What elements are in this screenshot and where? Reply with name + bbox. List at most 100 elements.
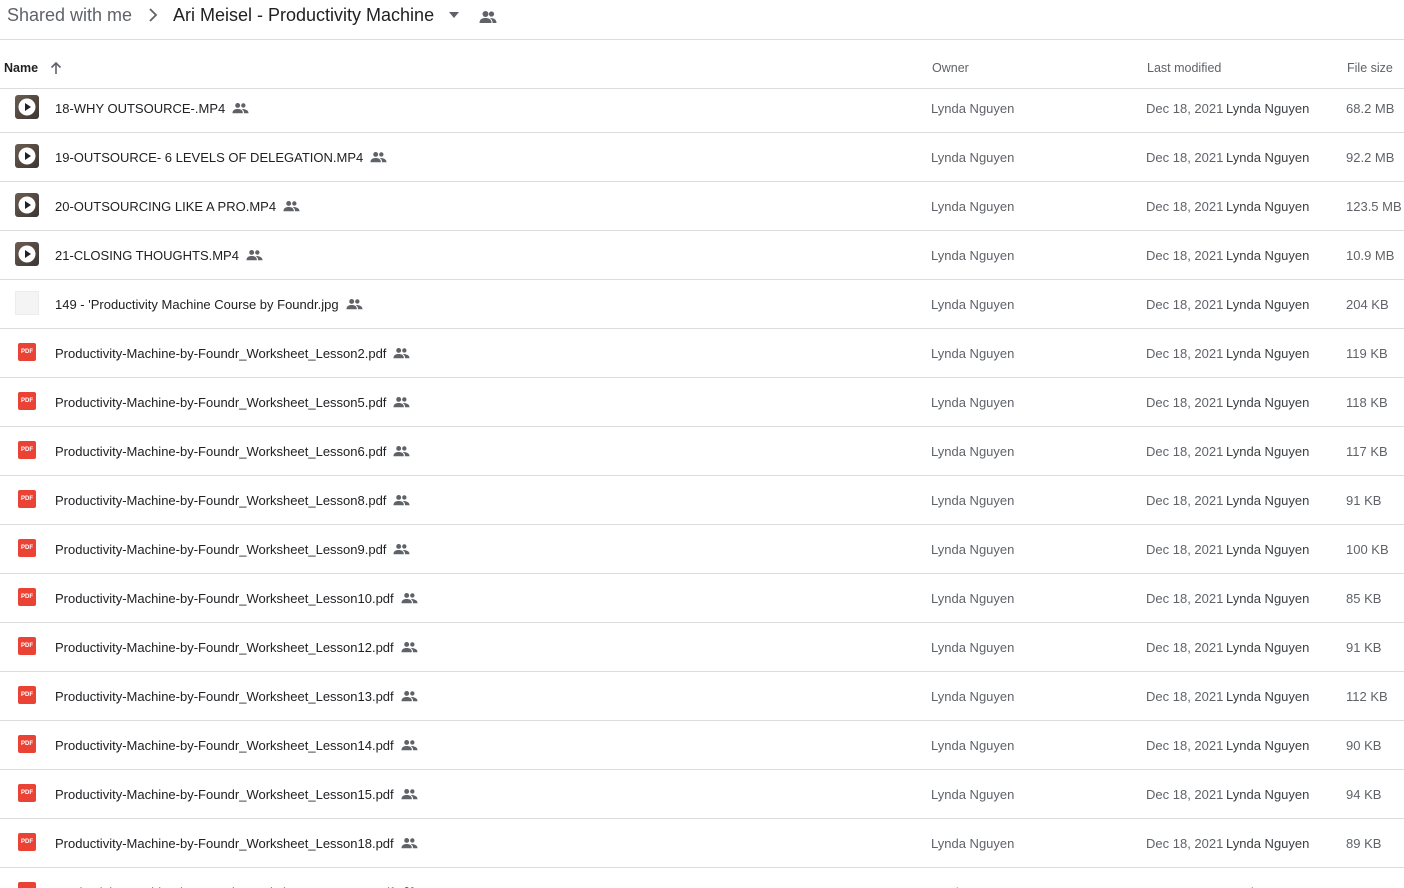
file-name[interactable]: 19-OUTSOURCE- 6 LEVELS OF DELEGATION.MP4 — [55, 150, 387, 165]
table-row[interactable]: PDFProductivity-Machine-by-Foundr_Worksh… — [0, 868, 1404, 888]
people-icon — [393, 543, 410, 555]
file-name-text: 21-CLOSING THOUGHTS.MP4 — [55, 248, 239, 263]
file-size: 90 KB — [1346, 738, 1382, 753]
pdf-badge: PDF — [18, 882, 36, 888]
file-size: 112 KB — [1346, 689, 1388, 704]
chevron-right-icon — [149, 8, 158, 22]
file-name-text: 20-OUTSOURCING LIKE A PRO.MP4 — [55, 199, 277, 214]
file-name-text: Productivity-Machine-by-Foundr_Worksheet… — [55, 640, 394, 655]
file-modified-date: Dec 18, 2021 — [1146, 248, 1224, 263]
table-row[interactable]: 18-WHY OUTSOURCE-.MP4 Lynda Nguyen Dec 18,… — [0, 84, 1404, 133]
people-icon — [401, 592, 418, 604]
file-owner: Lynda Nguyen — [931, 787, 1015, 802]
file-modified-date: Dec 18, 2021 — [1146, 493, 1224, 508]
pdf-icon: PDF — [15, 487, 39, 511]
people-icon — [393, 445, 410, 457]
file-list: 18-WHY OUTSOURCE-.MP4 Lynda Nguyen Dec 18,… — [0, 84, 1404, 888]
pdf-icon: PDF — [15, 830, 39, 854]
file-name[interactable]: 21-CLOSING THOUGHTS.MP4 — [55, 248, 263, 263]
table-row[interactable]: 20-OUTSOURCING LIKE A PRO.MP4 Lynda Nguye… — [0, 182, 1404, 231]
file-name[interactable]: Productivity-Machine-by-Foundr_Worksheet… — [55, 640, 418, 655]
breadcrumb-current-folder[interactable]: Ari Meisel - Productivity Machine — [173, 4, 434, 26]
file-name[interactable]: Productivity-Machine-by-Foundr_Worksheet… — [55, 787, 418, 802]
file-modified-by: Lynda Nguyen — [1226, 444, 1310, 459]
caret-down-icon[interactable] — [448, 10, 460, 20]
table-row[interactable]: PDF Productivity-Machine-by-Foundr_Worksh… — [0, 378, 1404, 427]
table-row[interactable]: PDFProductivity-Machine-by-Foundr_Worksh… — [0, 329, 1404, 378]
table-row[interactable]: 149 - 'Productivity Machine Course by Fo… — [0, 280, 1404, 329]
pdf-badge: PDF — [18, 539, 36, 557]
file-name[interactable]: Productivity-Machine-by-Foundr_Worksheet… — [55, 591, 418, 606]
table-row[interactable]: PDF Productivity-Machine-by-Foundr_Worksh… — [0, 525, 1404, 574]
file-name-text: Productivity-Machine-by-Foundr_Worksheet… — [55, 787, 394, 802]
table-row[interactable]: PDF Productivity-Machine-by-Foundr_Worksh… — [0, 819, 1404, 868]
pdf-badge: PDF — [18, 392, 36, 410]
file-name[interactable]: 149 - 'Productivity Machine Course by Fo… — [55, 297, 363, 312]
file-name[interactable]: Productivity-Machine-by-Foundr_Worksheet… — [55, 444, 410, 459]
table-row[interactable]: PDF Productivity-Machine-by-Foundr_Worksh… — [0, 672, 1404, 721]
pdf-icon: PDF — [15, 536, 39, 560]
pdf-icon: PDF — [15, 683, 39, 707]
breadcrumb-shared-with-me[interactable]: Shared with me — [7, 4, 132, 26]
file-modified-date: Dec 18, 2021 — [1146, 640, 1224, 655]
file-size: 91 KB — [1346, 493, 1382, 508]
file-modified-by: Lynda Nguyen — [1226, 297, 1310, 312]
file-modified-by: Lynda Nguyen — [1226, 395, 1310, 410]
table-row[interactable]: PDF Productivity-Machine-by-Foundr_Worksh… — [0, 476, 1404, 525]
file-size: 119 KB — [1346, 346, 1388, 361]
file-name-text: Productivity-Machine-by-Foundr_Worksheet… — [55, 493, 387, 508]
arrow-up-icon[interactable] — [49, 60, 63, 76]
file-size: 89 KB — [1346, 836, 1382, 851]
file-modified-date: Dec 18, 2021 — [1146, 738, 1224, 753]
people-icon — [370, 151, 387, 163]
file-name-text: 149 - 'Productivity Machine Course by Fo… — [55, 297, 339, 312]
file-owner: Lynda Nguyen — [931, 493, 1015, 508]
file-modified-by: Lynda Nguyen — [1226, 101, 1310, 116]
file-size: 91 KB — [1346, 640, 1382, 655]
file-owner: Lynda Nguyen — [931, 738, 1015, 753]
column-header-row: Name Owner Last modified File size — [0, 40, 1404, 89]
people-icon — [393, 494, 410, 506]
table-row[interactable]: 19-OUTSOURCE- 6 LEVELS OF DELEGATION.MP4… — [0, 133, 1404, 182]
file-modified-by: Lynda Nguyen — [1226, 689, 1310, 704]
video-thumbnail-icon — [15, 193, 39, 217]
file-owner: Lynda Nguyen — [931, 346, 1015, 361]
table-row[interactable]: PDFProductivity-Machine-by-Foundr_Worksh… — [0, 427, 1404, 476]
people-icon[interactable] — [479, 9, 497, 25]
file-name[interactable]: Productivity-Machine-by-Foundr_Worksheet… — [55, 493, 410, 508]
pdf-badge: PDF — [18, 686, 36, 704]
column-header-last-modified[interactable]: Last modified — [1147, 61, 1221, 75]
table-row[interactable]: 21-CLOSING THOUGHTS.MP4 Lynda Nguyen Dec 1… — [0, 231, 1404, 280]
file-size: 123.5 MB — [1346, 199, 1402, 214]
file-owner: Lynda Nguyen — [931, 395, 1015, 410]
column-header-name[interactable]: Name — [4, 61, 38, 75]
column-header-file-size[interactable]: File size — [1347, 61, 1393, 75]
file-name[interactable]: Productivity-Machine-by-Foundr_Worksheet… — [55, 689, 418, 704]
file-size: 92.2 MB — [1346, 150, 1395, 165]
people-icon — [232, 102, 249, 114]
file-name[interactable]: 20-OUTSOURCING LIKE A PRO.MP4 — [55, 199, 300, 214]
pdf-badge: PDF — [18, 784, 36, 802]
table-row[interactable]: PDF Productivity-Machine-by-Foundr_Worksh… — [0, 574, 1404, 623]
table-row[interactable]: PDF Productivity-Machine-by-Foundr_Worksh… — [0, 770, 1404, 819]
file-modified-date: Dec 18, 2021 — [1146, 150, 1224, 165]
file-name[interactable]: Productivity-Machine-by-Foundr_Worksheet… — [55, 346, 410, 361]
table-row[interactable]: PDFProductivity-Machine-by-Foundr_Worksh… — [0, 721, 1404, 770]
file-name[interactable]: Productivity-Machine-by-Foundr_Worksheet… — [55, 836, 418, 851]
file-name[interactable]: 18-WHY OUTSOURCE-.MP4 — [55, 101, 249, 116]
column-header-owner[interactable]: Owner — [932, 61, 969, 75]
pdf-icon: PDF — [15, 634, 39, 658]
pdf-icon: PDF — [15, 585, 39, 609]
file-name[interactable]: Productivity-Machine-by-Foundr_Worksheet… — [55, 738, 418, 753]
file-owner: Lynda Nguyen — [931, 101, 1015, 116]
table-row[interactable]: PDF Productivity-Machine-by-Foundr_Worksh… — [0, 623, 1404, 672]
file-name-text: Productivity-Machine-by-Foundr_Worksheet… — [55, 444, 387, 459]
file-owner: Lynda Nguyen — [931, 150, 1015, 165]
file-owner: Lynda Nguyen — [931, 199, 1015, 214]
breadcrumb: Shared with me Ari Meisel - Productivity… — [0, 0, 1404, 40]
file-size: 85 KB — [1346, 591, 1382, 606]
file-name[interactable]: Productivity-Machine-by-Foundr_Worksheet… — [55, 542, 410, 557]
file-name-text: Productivity-Machine-by-Foundr_Worksheet… — [55, 836, 394, 851]
file-name[interactable]: Productivity-Machine-by-Foundr_Worksheet… — [55, 395, 410, 410]
file-modified-by: Lynda Nguyen — [1226, 542, 1310, 557]
